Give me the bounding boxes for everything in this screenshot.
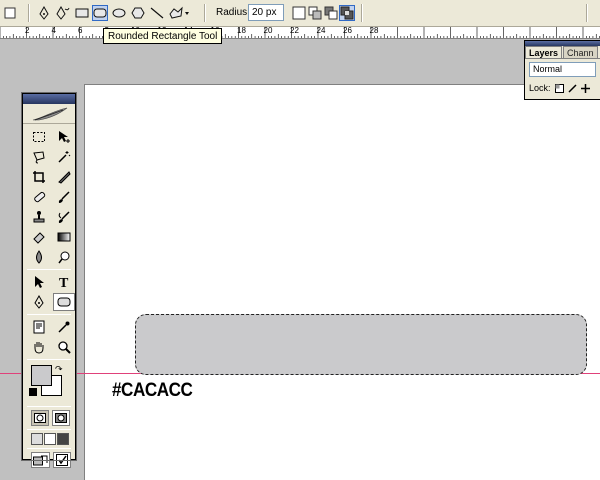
- separator: [361, 4, 363, 22]
- radius-label: Radius:: [216, 7, 250, 18]
- tab-layers[interactable]: Layers: [525, 46, 563, 58]
- tab-channels[interactable]: Chann: [563, 46, 598, 58]
- hand-icon[interactable]: [28, 338, 50, 356]
- subtract-icon[interactable]: [307, 5, 323, 21]
- rounded-rectangle-shape[interactable]: [135, 314, 587, 375]
- separator: [586, 4, 588, 22]
- divider: [27, 359, 71, 360]
- swap-colors-icon[interactable]: ↷: [55, 364, 63, 375]
- path-selection-icon[interactable]: [28, 273, 50, 291]
- magic-wand-icon[interactable]: [53, 148, 75, 166]
- clone-stamp-icon[interactable]: [28, 208, 50, 226]
- eraser-icon[interactable]: [28, 228, 50, 246]
- pen-icon[interactable]: [28, 293, 50, 311]
- line-icon[interactable]: [149, 5, 165, 21]
- dodge-icon[interactable]: [53, 248, 75, 266]
- tooltip: Rounded Rectangle Tool: [103, 28, 223, 44]
- jump-to-imageready-icon[interactable]: [31, 452, 51, 468]
- ruler-label: 4: [51, 27, 56, 35]
- options-bar: Radius: 20 px: [0, 0, 600, 27]
- rounded-rectangle-icon[interactable]: [92, 5, 108, 21]
- standard-screen-icon[interactable]: [31, 433, 43, 445]
- exclude-icon[interactable]: [339, 5, 355, 21]
- default-colors-icon[interactable]: [29, 388, 37, 396]
- blend-mode-select[interactable]: Normal: [529, 62, 596, 77]
- ruler-label: 20: [263, 27, 273, 35]
- svg-text:T: T: [59, 276, 69, 289]
- pen-icon[interactable]: [36, 5, 52, 21]
- rectangle-icon[interactable]: [74, 5, 90, 21]
- intersect-icon[interactable]: [323, 5, 339, 21]
- foreground-color-swatch[interactable]: [31, 365, 52, 386]
- horizontal-ruler: 246810121416182022242628: [0, 27, 600, 39]
- ruler-label: 26: [343, 27, 352, 35]
- gradient-icon[interactable]: [53, 228, 75, 246]
- eyedropper-icon[interactable]: [53, 318, 75, 336]
- freeform-pen-icon[interactable]: [55, 5, 71, 21]
- zoom-icon[interactable]: [53, 338, 75, 356]
- type-icon[interactable]: T: [53, 273, 75, 291]
- history-brush-icon[interactable]: [53, 208, 75, 226]
- divider: [27, 448, 71, 449]
- feather-logo-icon[interactable]: [23, 104, 75, 124]
- lock-position-icon[interactable]: [580, 83, 590, 93]
- divider: [27, 314, 71, 315]
- quick-mask-mode-icon[interactable]: [52, 410, 70, 426]
- move-icon[interactable]: [53, 128, 75, 146]
- tool-preset-icon[interactable]: [2, 5, 18, 21]
- blur-icon[interactable]: [28, 248, 50, 266]
- palette-tabs: Layers Chann: [525, 46, 600, 59]
- ruler-label: 28: [369, 27, 379, 35]
- full-screen-icon[interactable]: [57, 433, 69, 445]
- healing-brush-icon[interactable]: [28, 188, 50, 206]
- ruler-ticks: [0, 27, 600, 38]
- tools-palette: T ↷: [21, 92, 77, 468]
- shape-icon[interactable]: [53, 293, 75, 311]
- crop-icon[interactable]: [28, 168, 50, 186]
- separator: [28, 4, 30, 22]
- lasso-icon[interactable]: [28, 148, 50, 166]
- notes-icon[interactable]: [28, 318, 50, 336]
- slice-icon[interactable]: [53, 168, 75, 186]
- divider: [27, 269, 71, 270]
- add-icon[interactable]: [291, 5, 307, 21]
- standard-mode-icon[interactable]: [31, 410, 49, 426]
- separator: [204, 4, 206, 22]
- layers-palette: Layers Chann Normal Lock:: [524, 40, 600, 100]
- full-screen-menu-icon[interactable]: [44, 433, 56, 445]
- divider: [27, 429, 71, 430]
- lock-row: Lock:: [525, 80, 600, 96]
- polygon-icon[interactable]: [130, 5, 146, 21]
- brush-icon[interactable]: [53, 188, 75, 206]
- color-label: #CACACC: [112, 380, 193, 401]
- divider: [27, 406, 71, 407]
- radius-input[interactable]: 20 px: [248, 4, 284, 21]
- ruler-label: 6: [78, 27, 83, 35]
- tools-title-bar[interactable]: [23, 94, 75, 104]
- lock-label: Lock:: [529, 83, 551, 93]
- ruler-label: 18: [237, 27, 246, 35]
- document-canvas[interactable]: [84, 84, 600, 480]
- marquee-icon[interactable]: [28, 128, 50, 146]
- ruler-label: 22: [290, 27, 299, 35]
- ruler-label: 24: [316, 27, 326, 35]
- custom-shape-icon[interactable]: [168, 5, 190, 21]
- edit-imageready-icon[interactable]: [53, 452, 71, 468]
- ellipse-icon[interactable]: [111, 5, 127, 21]
- ruler-label: 2: [25, 27, 30, 35]
- lock-transparency-icon[interactable]: [554, 83, 564, 93]
- lock-pixels-icon[interactable]: [567, 83, 577, 93]
- color-swatches: ↷: [27, 363, 71, 403]
